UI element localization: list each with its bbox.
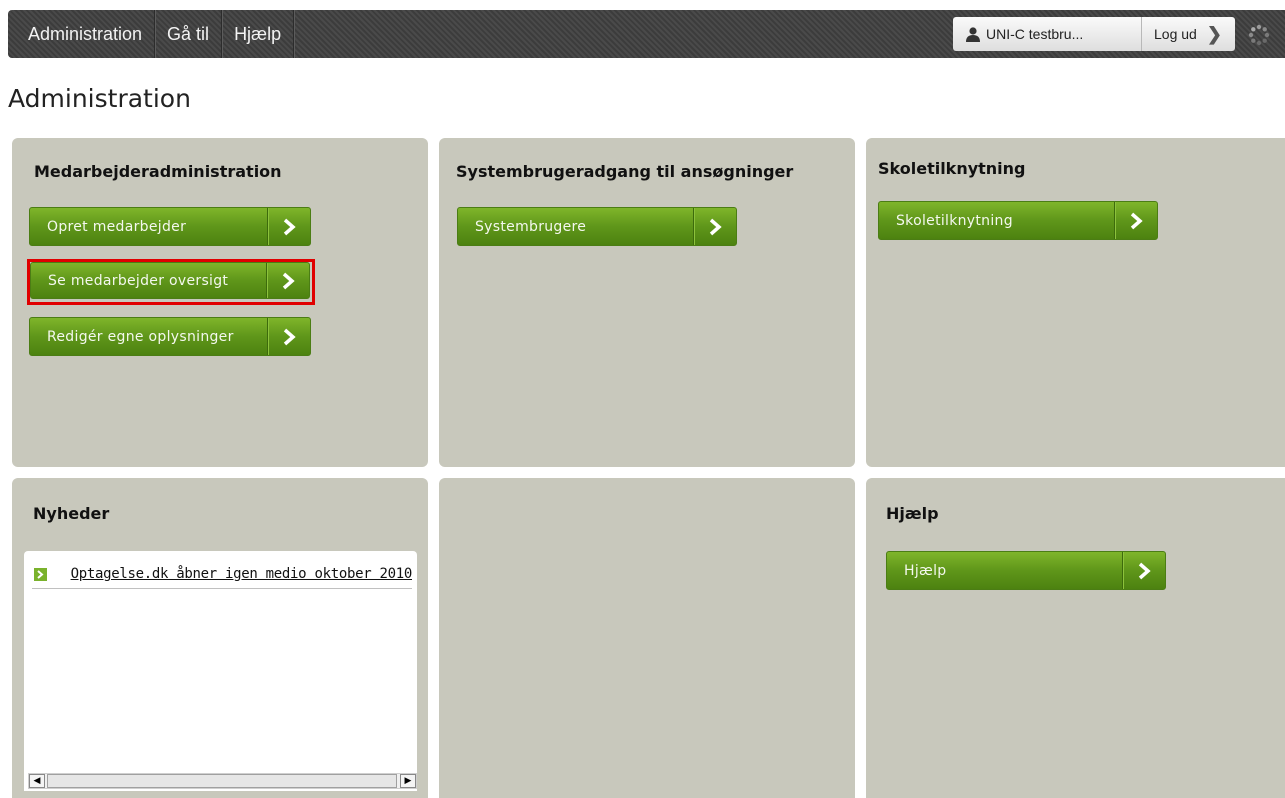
main-menu: Administration Gå til Hjælp — [8, 10, 295, 58]
scrollbar-thumb[interactable] — [47, 774, 397, 788]
panel-title-systembruger: Systembrugeradgang til ansøgninger — [456, 162, 794, 181]
panel-title-hjaelp: Hjælp — [886, 504, 939, 523]
button-label: Skoletilknytning — [896, 212, 1013, 229]
hjaelp-button[interactable]: Hjælp — [886, 551, 1166, 590]
logout-button[interactable]: Log ud ❯ — [1142, 17, 1235, 51]
menu-hjaelp[interactable]: Hjælp — [222, 10, 295, 58]
horizontal-scrollbar[interactable]: ◀ ▶ — [28, 773, 417, 789]
loading-spinner-icon — [1248, 24, 1270, 46]
scroll-right-icon[interactable]: ▶ — [400, 774, 416, 788]
logout-label: Log ud — [1154, 26, 1197, 42]
arrow-right-icon — [1114, 202, 1157, 239]
page-title: Administration — [8, 84, 191, 113]
rediger-egne-oplysninger-button[interactable]: Redigér egne oplysninger — [29, 317, 311, 356]
button-label: Redigér egne oplysninger — [47, 328, 234, 345]
arrow-right-icon — [266, 263, 309, 298]
bullet-arrow-icon — [34, 568, 47, 581]
arrow-right-icon — [1122, 552, 1165, 589]
arrow-right-icon — [693, 208, 736, 245]
button-label: Hjælp — [904, 562, 947, 579]
opret-medarbejder-button[interactable]: Opret medarbejder — [29, 207, 311, 246]
user-name: UNI-C testbru... — [986, 26, 1084, 42]
panel-medarbejderadministration: Medarbejderadministration Opret medarbej… — [12, 138, 428, 467]
button-label: Opret medarbejder — [47, 218, 187, 235]
menu-ga-til[interactable]: Gå til — [155, 10, 223, 58]
arrow-right-icon — [267, 318, 310, 355]
list-item: Optagelse.dk åbner igen medio oktober 20… — [32, 566, 412, 589]
panel-title-skole: Skoletilknytning — [878, 159, 1026, 178]
chevron-right-icon: ❯ — [1206, 23, 1222, 44]
scroll-left-icon[interactable]: ◀ — [29, 774, 45, 788]
panel-nyheder: Nyheder Optagelse.dk åbner igen medio ok… — [12, 478, 428, 798]
se-medarbejder-oversigt-button[interactable]: Se medarbejder oversigt — [30, 262, 310, 299]
skoletilknytning-button[interactable]: Skoletilknytning — [878, 201, 1158, 240]
panel-systembrugeradgang: Systembrugeradgang til ansøgninger Syste… — [439, 138, 855, 467]
panel-empty — [439, 478, 855, 798]
news-link[interactable]: Optagelse.dk åbner igen medio oktober 20… — [71, 566, 413, 582]
button-label: Se medarbejder oversigt — [48, 272, 229, 289]
arrow-right-icon — [267, 208, 310, 245]
user-box: UNI-C testbru... Log ud ❯ — [953, 17, 1235, 51]
user-icon — [966, 26, 980, 42]
button-label: Systembrugere — [475, 218, 587, 235]
news-list: Optagelse.dk åbner igen medio oktober 20… — [24, 551, 417, 791]
panel-hjaelp: Hjælp Hjælp — [866, 478, 1285, 798]
user-button[interactable]: UNI-C testbru... — [953, 17, 1142, 51]
menu-administration[interactable]: Administration — [8, 10, 156, 58]
panel-skoletilknytning: Skoletilknytning Skoletilknytning — [866, 138, 1285, 467]
panel-title-nyheder: Nyheder — [33, 504, 110, 523]
systembrugere-button[interactable]: Systembrugere — [457, 207, 737, 246]
top-navigation-bar: Administration Gå til Hjælp UNI-C testbr… — [8, 10, 1285, 58]
panel-title-medarbejder: Medarbejderadministration — [34, 162, 282, 181]
